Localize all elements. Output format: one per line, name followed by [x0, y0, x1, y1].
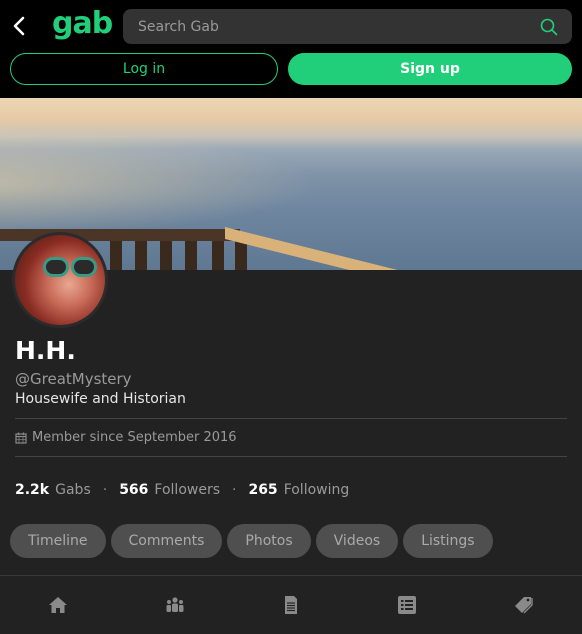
divider — [15, 418, 567, 419]
home-icon — [49, 597, 68, 613]
tab-photos[interactable]: Photos — [227, 524, 311, 558]
profile-bio: Housewife and Historian — [15, 391, 186, 407]
divider — [15, 456, 567, 457]
tags-icon — [514, 597, 533, 614]
display-name: H.H. — [15, 336, 76, 365]
stat-following[interactable]: 265 Following — [248, 482, 349, 498]
nav-list[interactable] — [349, 576, 465, 634]
member-since-text: Member since September 2016 — [32, 430, 237, 445]
signup-button[interactable]: Sign up — [288, 53, 572, 85]
nav-news[interactable] — [233, 576, 349, 634]
chevron-left-icon — [13, 16, 25, 36]
bottom-navigation — [0, 575, 582, 634]
username-handle: @GreatMystery — [15, 370, 132, 388]
profile-tabs: Timeline Comments Photos Videos Listings — [10, 524, 493, 558]
stat-gabs[interactable]: 2.2k Gabs — [15, 482, 91, 498]
login-button[interactable]: Log in — [10, 53, 278, 85]
stat-followers[interactable]: 566 Followers — [119, 482, 220, 498]
tab-timeline[interactable]: Timeline — [10, 524, 106, 558]
search-icon[interactable] — [540, 18, 558, 36]
gab-logo[interactable]: gab — [52, 6, 113, 41]
tab-comments[interactable]: Comments — [110, 524, 223, 558]
member-since: Member since September 2016 — [15, 430, 237, 445]
nav-home[interactable] — [0, 576, 116, 634]
calendar-icon — [15, 432, 27, 444]
nav-groups[interactable] — [116, 576, 232, 634]
profile-stats: 2.2k Gabs · 566 Followers · 265 Following — [15, 482, 350, 498]
avatar-image — [15, 235, 105, 325]
avatar[interactable] — [12, 232, 108, 328]
top-bar: gab Log in Sign up — [0, 0, 582, 98]
groups-icon — [166, 597, 184, 612]
tab-listings[interactable]: Listings — [403, 524, 493, 558]
nav-tags[interactable] — [466, 576, 582, 634]
back-button[interactable] — [10, 14, 30, 38]
search-bar[interactable] — [123, 9, 572, 44]
list-icon — [398, 596, 417, 614]
tab-videos[interactable]: Videos — [315, 524, 399, 558]
search-input[interactable] — [123, 9, 523, 44]
news-icon — [285, 596, 298, 614]
